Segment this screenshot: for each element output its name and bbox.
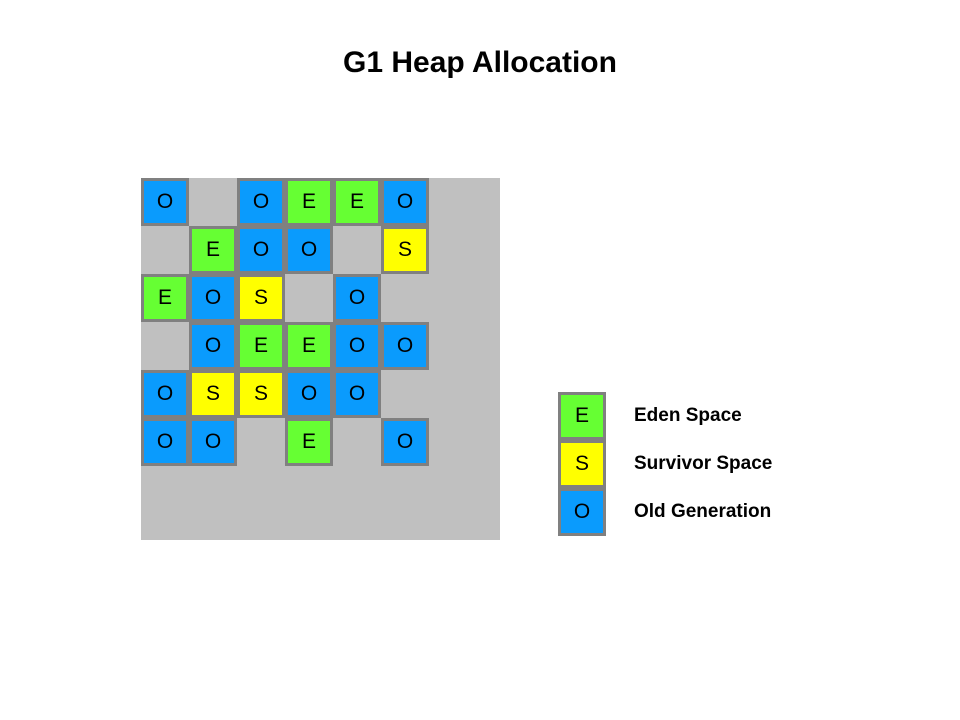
heap-cell-old[interactable]: O [189,322,237,370]
heap-cell-old[interactable]: O [285,370,333,418]
heap-row: OEEOO [141,322,500,370]
heap-cell-eden[interactable]: E [333,178,381,226]
heap-cell-empty [141,322,189,370]
heap-cell-old[interactable]: O [237,226,285,274]
heap-cell-empty [429,226,477,274]
heap-cell-survivor[interactable]: S [237,370,285,418]
heap-cell-empty [285,274,333,322]
heap-cell-old[interactable]: O [285,226,333,274]
heap-grid-panel: OOEEOEOOSEOSOOEEOOOSSOOOOEO [141,178,500,540]
heap-cell-eden[interactable]: E [285,322,333,370]
legend-swatch-eden: E [558,392,606,440]
heap-cell-eden[interactable]: E [237,322,285,370]
heap-cell-empty [141,226,189,274]
heap-cell-old[interactable]: O [141,418,189,466]
legend-item-survivor: S Survivor Space [558,440,898,488]
heap-cell-old[interactable]: O [237,178,285,226]
g1-heap-allocation-figure: { "title": "G1 Heap Allocation", "colors… [0,0,960,720]
legend-swatch-survivor: S [558,440,606,488]
heap-cell-empty [429,418,477,466]
heap-cell-old[interactable]: O [189,274,237,322]
heap-cell-old[interactable]: O [381,322,429,370]
heap-cell-empty [429,370,477,418]
heap-cell-empty [237,418,285,466]
legend-label-old: Old Generation [634,501,772,522]
heap-cell-empty [333,418,381,466]
heap-cell-eden[interactable]: E [189,226,237,274]
heap-cell-old[interactable]: O [333,370,381,418]
heap-cell-old[interactable]: O [333,322,381,370]
heap-cell-old[interactable]: O [141,370,189,418]
legend-item-old: O Old Generation [558,488,898,536]
heap-cell-empty [189,178,237,226]
heap-cell-empty [429,322,477,370]
heap-cell-old[interactable]: O [381,178,429,226]
heap-cell-survivor[interactable]: S [381,226,429,274]
heap-cell-eden[interactable]: E [285,418,333,466]
heap-cell-survivor[interactable]: S [237,274,285,322]
legend-item-eden: E Eden Space [558,392,898,440]
heap-row: OOEO [141,418,500,466]
heap-cell-old[interactable]: O [333,274,381,322]
heap-cell-empty [381,274,429,322]
legend-swatch-old: O [558,488,606,536]
heap-cell-survivor[interactable]: S [189,370,237,418]
heap-cell-empty [429,274,477,322]
heap-cell-empty [381,370,429,418]
heap-cell-old[interactable]: O [381,418,429,466]
heap-cell-old[interactable]: O [189,418,237,466]
heap-row: OOEEO [141,178,500,226]
heap-cell-old[interactable]: O [141,178,189,226]
heap-cell-empty [333,226,381,274]
heap-cell-eden[interactable]: E [285,178,333,226]
legend-label-survivor: Survivor Space [634,453,773,474]
heap-cell-eden[interactable]: E [141,274,189,322]
legend-label-eden: Eden Space [634,405,742,426]
page-title: G1 Heap Allocation [343,46,617,79]
heap-row: OSSOO [141,370,500,418]
heap-row: EOOS [141,226,500,274]
heap-row: EOSO [141,274,500,322]
heap-cell-empty [429,178,477,226]
